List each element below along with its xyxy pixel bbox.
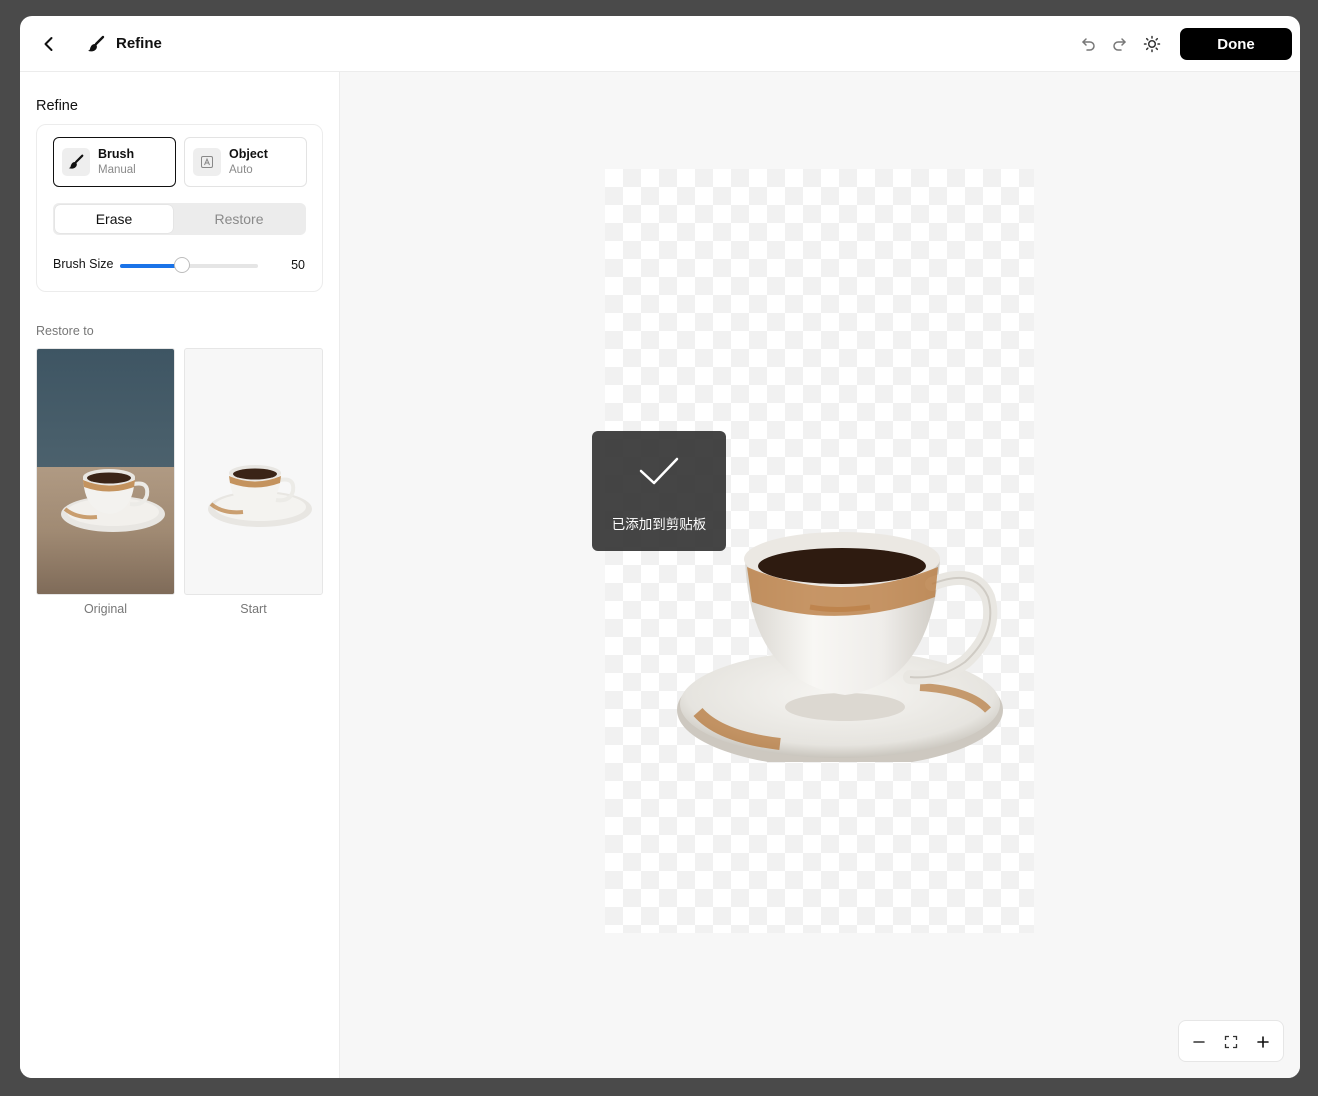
undo-icon[interactable] <box>1078 34 1098 54</box>
toast-message: 已添加到剪贴板 <box>611 517 707 532</box>
mode-sublabel: Auto <box>229 164 253 176</box>
mode-label: Brush <box>98 147 135 161</box>
sidebar-title: Refine <box>36 98 78 114</box>
editing-canvas[interactable]: 已添加到剪贴板 <box>340 72 1300 1078</box>
page-title: Refine <box>116 35 162 52</box>
cutout-photo <box>208 465 312 527</box>
thumbnail-caption: Original <box>83 602 128 616</box>
fit-screen-icon <box>1224 1035 1238 1049</box>
original-photo <box>37 349 174 594</box>
zoom-in-button[interactable] <box>1253 1032 1273 1052</box>
restore-button[interactable]: Restore <box>180 205 298 233</box>
dialog-header: Refine Done <box>20 16 1300 72</box>
slider-thumb[interactable] <box>174 257 191 273</box>
sun-icon[interactable] <box>1142 34 1162 54</box>
object-mode-button[interactable]: Object Auto <box>184 137 307 187</box>
zoom-controls <box>1178 1020 1284 1062</box>
done-button[interactable]: Done <box>1180 28 1292 60</box>
minus-icon <box>1193 1041 1205 1043</box>
mode-sublabel: Manual <box>98 164 136 176</box>
original-thumbnail[interactable] <box>36 348 175 595</box>
chevron-left-icon <box>44 37 53 51</box>
copied-toast: 已添加到剪贴板 <box>592 431 726 551</box>
erase-restore-toggle: Erase Restore <box>53 203 306 235</box>
object-auto-icon <box>193 148 221 176</box>
brush-mode-button[interactable]: Brush Manual <box>53 137 176 187</box>
mode-label: Object <box>229 147 268 161</box>
redo-icon[interactable] <box>1110 34 1130 54</box>
plus-icon <box>1257 1036 1269 1048</box>
brush-icon <box>62 148 90 176</box>
restore-to-label: Restore to <box>36 324 94 338</box>
thumbnail-caption: Start <box>240 602 267 616</box>
brush-icon <box>86 34 106 54</box>
brush-size-slider[interactable] <box>120 257 258 273</box>
back-button[interactable] <box>38 33 60 55</box>
slider-fill <box>120 264 183 268</box>
refine-dialog: Refine Done Refine Brush Manual Object A… <box>20 16 1300 1078</box>
refine-sidebar: Refine Brush Manual Object Auto Erase Re… <box>20 72 340 1078</box>
brush-size-label: Brush Size <box>53 257 114 271</box>
brush-size-value: 50 <box>291 258 305 272</box>
zoom-out-button[interactable] <box>1189 1032 1209 1052</box>
fit-screen-button[interactable] <box>1221 1032 1241 1052</box>
tool-card: Brush Manual Object Auto Erase Restore B… <box>36 124 323 292</box>
checkmark-icon <box>639 457 679 485</box>
start-thumbnail[interactable] <box>184 348 323 595</box>
erase-button[interactable]: Erase <box>55 205 173 233</box>
